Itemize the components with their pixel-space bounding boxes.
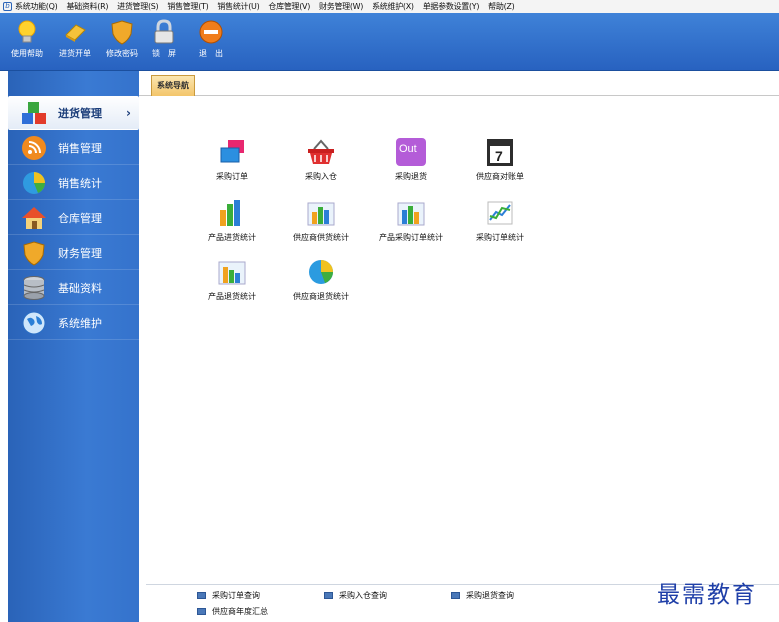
module-purchase-order-stats[interactable]: 采购订单统计 [455, 197, 545, 243]
tab-system-nav[interactable]: 系统导航 [151, 75, 195, 96]
sidebar-item-purchase[interactable]: 进货管理 › [8, 96, 139, 130]
module-supplier-return-stats[interactable]: 供应商退货统计 [276, 256, 366, 302]
sidebar-item-label: 销售管理 [58, 141, 102, 155]
module-product-purchase-stats[interactable]: 产品进货统计 [187, 197, 277, 243]
sidebar: 进货管理 › 销售管理 销售统计 仓库管理 财务管理 基础资料 系统维护 [8, 71, 139, 622]
shield-icon [110, 19, 134, 45]
module-supplier-statement[interactable]: 7 供应商对账单 [455, 136, 545, 182]
exit-label: 退 出 [199, 49, 223, 58]
module-label: 采购退货 [395, 172, 427, 181]
order-icon [216, 136, 248, 168]
module-label: 采购入仓 [305, 172, 337, 181]
chevron-right-icon: › [126, 105, 131, 120]
change-password-label: 修改密码 [106, 49, 138, 58]
module-purchase-order[interactable]: 采购订单 [187, 136, 277, 182]
sidebar-item-maintenance[interactable]: 系统维护 [8, 306, 139, 340]
out-icon: Out [395, 136, 427, 168]
nav-tab-bar: 系统导航 [139, 71, 779, 96]
sidebar-item-label: 进货管理 [58, 106, 102, 120]
doc-icon [451, 592, 460, 599]
sidebar-item-warehouse[interactable]: 仓库管理 [8, 201, 139, 235]
padlock-icon [152, 19, 176, 45]
calendar-icon: 7 [484, 136, 516, 168]
house-icon [20, 205, 48, 231]
billing-button[interactable]: 进货开单 [59, 19, 91, 59]
pie-chart-icon [20, 170, 48, 196]
shield-icon [20, 240, 48, 266]
app-icon: b [3, 2, 12, 11]
quick-link-order-query[interactable]: 采购订单查询 [197, 590, 260, 601]
bar-chart-icon [216, 197, 248, 229]
sidebar-item-label: 仓库管理 [58, 211, 102, 225]
help-button[interactable]: 使用帮助 [11, 19, 43, 59]
doc-icon [324, 592, 333, 599]
quick-link-label: 供应商年度汇总 [212, 607, 268, 616]
menu-basic-data[interactable]: 基础资料(R) [66, 1, 108, 12]
quick-link-label: 采购退货查询 [466, 591, 514, 600]
sidebar-item-label: 销售统计 [58, 176, 102, 190]
globe-icon [20, 310, 48, 336]
module-label: 供应商对账单 [476, 172, 524, 181]
bar-chart-icon [305, 197, 337, 229]
menu-finance[interactable]: 财务管理(W) [319, 1, 363, 12]
basket-icon [305, 136, 337, 168]
menu-doc-settings[interactable]: 单据参数设置(Y) [423, 1, 480, 12]
module-product-return-stats[interactable]: 产品退货统计 [187, 256, 277, 302]
out-text: Out [399, 143, 417, 155]
module-supplier-supply-stats[interactable]: 供应商供货统计 [276, 197, 366, 243]
sidebar-item-sales[interactable]: 销售管理 [8, 131, 139, 165]
lightbulb-icon [15, 19, 39, 45]
module-label: 供应商退货统计 [293, 292, 349, 301]
rss-icon [20, 135, 48, 161]
menu-sales-stats[interactable]: 销售统计(U) [217, 1, 259, 12]
line-chart-icon [484, 197, 516, 229]
module-label: 产品采购订单统计 [379, 233, 443, 242]
quick-link-inbound-query[interactable]: 采购入仓查询 [324, 590, 387, 601]
module-purchase-inbound[interactable]: 采购入仓 [276, 136, 366, 182]
sidebar-item-label: 基础资料 [58, 281, 102, 295]
sidebar-item-label: 系统维护 [58, 316, 102, 330]
module-label: 供应商供货统计 [293, 233, 349, 242]
quick-link-supplier-annual[interactable]: 供应商年度汇总 [197, 606, 268, 617]
bar-chart-icon [395, 197, 427, 229]
help-label: 使用帮助 [11, 49, 43, 58]
lock-button[interactable]: 锁 屏 [152, 19, 176, 59]
exit-icon [199, 19, 223, 45]
quick-link-label: 采购入仓查询 [339, 591, 387, 600]
module-label: 产品退货统计 [208, 292, 256, 301]
bar-chart-icon [216, 256, 248, 288]
module-label: 采购订单统计 [476, 233, 524, 242]
sidebar-item-finance[interactable]: 财务管理 [8, 236, 139, 270]
toolbar: 使用帮助 进货开单 修改密码 锁 屏 退 出 [0, 13, 779, 71]
sidebar-item-sales-stats[interactable]: 销售统计 [8, 166, 139, 200]
doc-icon [197, 592, 206, 599]
exit-button[interactable]: 退 出 [199, 19, 223, 59]
pie-chart-icon [305, 256, 337, 288]
calendar-day: 7 [495, 148, 503, 164]
doc-icon [197, 608, 206, 615]
blocks-icon [20, 100, 48, 126]
menu-purchase[interactable]: 进货管理(S) [117, 1, 159, 12]
module-product-order-stats[interactable]: 产品采购订单统计 [366, 197, 456, 243]
module-label: 采购订单 [216, 172, 248, 181]
lock-label: 锁 屏 [152, 49, 176, 58]
sidebar-item-label: 财务管理 [58, 246, 102, 260]
module-purchase-return[interactable]: Out 采购退货 [366, 136, 456, 182]
quick-link-return-query[interactable]: 采购退货查询 [451, 590, 514, 601]
sidebar-item-basic-data[interactable]: 基础资料 [8, 271, 139, 305]
menu-sales[interactable]: 销售管理(T) [167, 1, 208, 12]
menu-bar: b 系统功能(Q) 基础资料(R) 进货管理(S) 销售管理(T) 销售统计(U… [0, 0, 779, 13]
menu-system[interactable]: 系统功能(Q) [15, 1, 58, 12]
eraser-icon [63, 19, 87, 45]
module-label: 产品进货统计 [208, 233, 256, 242]
menu-warehouse[interactable]: 仓库管理(V) [268, 1, 310, 12]
menu-help[interactable]: 帮助(Z) [488, 1, 515, 12]
billing-label: 进货开单 [59, 49, 91, 58]
quick-link-label: 采购订单查询 [212, 591, 260, 600]
database-icon [20, 275, 48, 301]
watermark: 最需教育 [657, 582, 757, 608]
menu-maintenance[interactable]: 系统维护(X) [372, 1, 414, 12]
change-password-button[interactable]: 修改密码 [106, 19, 138, 59]
